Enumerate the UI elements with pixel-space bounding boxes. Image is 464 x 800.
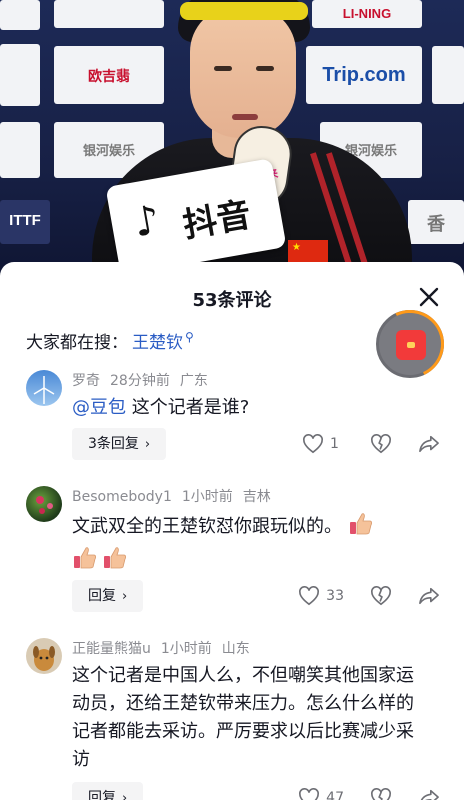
sponsor-board [432, 46, 464, 104]
like-button[interactable]: 1 [302, 434, 344, 454]
share-arrow-icon [419, 587, 439, 605]
comment-username[interactable]: 罗奇 [72, 373, 100, 389]
comment-text: 文武双全的王楚钦怼你跟玩似的。 [72, 510, 422, 578]
sponsor-board: Trip.com [306, 46, 422, 104]
broken-heart-icon [371, 788, 391, 800]
comment-item: Besomebody1 1小时前 吉林 文武双全的王楚钦怼你跟玩似的。 回复 › 33 [0, 484, 464, 624]
view-replies-label: 3条回复 [88, 436, 139, 452]
like-count: 33 [326, 588, 344, 604]
douyin-logo-icon: ♪ [130, 196, 164, 247]
share-button[interactable] [418, 434, 440, 454]
avatar[interactable] [26, 638, 62, 674]
comment-username[interactable]: 正能量熊猫u [72, 641, 151, 657]
player-eye [256, 66, 274, 71]
flower-icon [36, 496, 53, 514]
windmill-icon [33, 376, 55, 404]
comment-time: 1小时前 [181, 489, 233, 505]
chevron-right-icon: › [122, 589, 128, 604]
hot-search-prefix: 大家都在搜： [26, 333, 128, 353]
view-replies-button[interactable]: 3条回复 › [72, 428, 167, 460]
comment-actions: 47 [272, 786, 440, 800]
sponsor-text: Trip.com [322, 64, 406, 86]
like-button[interactable]: 47 [298, 788, 344, 800]
comment-actions: 1 [276, 432, 440, 456]
sponsor-board: 香 [408, 200, 464, 244]
comment-item: 罗奇 28分钟前 广东 @豆包 这个记者是谁? 3条回复 › 1 [0, 364, 464, 468]
close-button[interactable] [418, 286, 440, 308]
avatar[interactable] [26, 370, 62, 406]
chevron-right-icon: › [144, 437, 151, 452]
hot-search-row: 大家都在搜： 王楚钦 ⚲ [26, 328, 194, 353]
reply-button[interactable]: 回复 › [72, 782, 144, 800]
comments-title: 53条评论 [192, 290, 272, 311]
hot-search-keyword[interactable]: 王楚钦 [132, 333, 183, 353]
reply-button[interactable]: 回复 › [72, 580, 144, 612]
broken-heart-icon [371, 586, 391, 606]
share-arrow-icon [419, 435, 439, 453]
sponsor-board [0, 44, 40, 106]
comment-meta: 正能量熊猫u 1小时前 山东 [72, 638, 260, 658]
sponsor-board: 欧吉翡 [54, 46, 164, 104]
comment-location: 山东 [221, 641, 250, 657]
thumbs-up-emoji-icon [102, 545, 128, 571]
search-icon: ⚲ [185, 330, 194, 345]
sponsor-board: LI-NING [312, 0, 422, 28]
like-count: 1 [330, 436, 339, 452]
comments-panel: 53条评论 大家都在搜： 王楚钦 ⚲ 罗奇 28分钟前 广东 @豆包 这个记者是谁? [0, 262, 464, 800]
comment-text-body: 文武双全的王楚钦怼你跟玩似的。 [72, 516, 342, 537]
sponsor-text: LI-NING [342, 6, 392, 21]
share-button[interactable] [418, 788, 440, 800]
heart-icon [299, 586, 320, 606]
comment-username[interactable]: Besomebody1 [72, 489, 172, 505]
broken-heart-icon [371, 434, 391, 454]
dislike-button[interactable] [370, 788, 392, 800]
comment-location: 广东 [179, 373, 208, 389]
heart-icon [303, 434, 323, 454]
share-arrow-icon [420, 789, 439, 800]
chevron-right-icon: › [122, 791, 128, 800]
sponsor-text: 欧吉翡 [88, 68, 130, 84]
like-button[interactable]: 33 [298, 586, 344, 606]
sponsor-board [54, 0, 164, 28]
sponsor-text: ITTF [9, 212, 41, 229]
dislike-button[interactable] [370, 434, 392, 454]
comment-text: 这个记者是中国人么，不但嘲笑其他国家运动员，还给王楚钦带来压力。怎么什么样的记者… [72, 665, 414, 770]
dislike-button[interactable] [370, 586, 392, 606]
close-icon [419, 287, 439, 307]
sponsor-board [0, 122, 40, 178]
comment-actions: 33 [272, 584, 440, 608]
comment-location: 吉林 [242, 489, 271, 505]
thumbs-up-emoji-icon [348, 511, 374, 537]
video-player[interactable]: LI-NING 欧吉翡 Trip.com 银河娱乐 银河娱乐 ITTF 香 乐天… [0, 0, 464, 280]
red-envelope-icon [396, 330, 426, 360]
mic-brand-text: 抖音 [179, 194, 254, 247]
sponsor-text: 香 [427, 214, 445, 234]
avatar[interactable] [26, 486, 62, 522]
comment-time: 28分钟前 [110, 373, 170, 389]
player-headband [180, 2, 308, 20]
thumbs-up-emoji-icon [72, 545, 98, 571]
sponsor-board: ITTF [0, 200, 50, 244]
reply-label: 回复 [88, 790, 116, 800]
share-button[interactable] [418, 586, 440, 606]
comment-time: 1小时前 [160, 641, 212, 657]
comment-item: 正能量熊猫u 1小时前 山东 这个记者是中国人么，不但嘲笑其他国家运动员，还给王楚钦… [0, 636, 464, 800]
player-eye [214, 66, 232, 71]
comment-text: @豆包 这个记者是谁? [72, 394, 422, 422]
reply-label: 回复 [88, 588, 116, 604]
heart-icon [299, 788, 320, 800]
mention-link[interactable]: @豆包 [72, 397, 126, 418]
like-count: 47 [326, 790, 344, 800]
comment-meta: 罗奇 28分钟前 广东 [72, 370, 218, 390]
player-mouth [232, 114, 258, 120]
sponsor-board [0, 0, 40, 30]
dog-avatar-icon [33, 646, 55, 671]
comment-text-body: 这个记者是谁? [126, 397, 250, 418]
comment-meta: Besomebody1 1小时前 吉林 [72, 486, 281, 506]
